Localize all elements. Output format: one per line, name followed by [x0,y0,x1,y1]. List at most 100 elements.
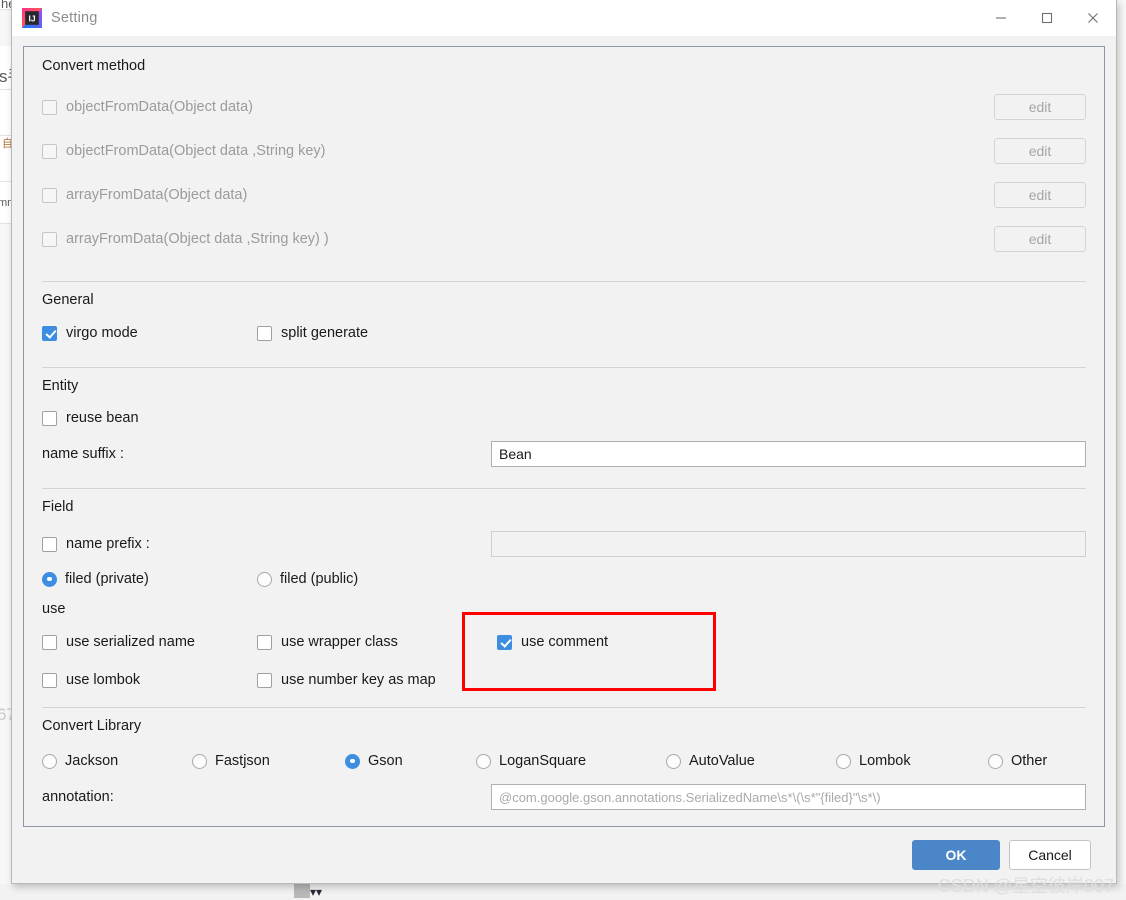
checkbox-virgo-mode[interactable]: virgo mode [42,325,257,341]
radio-logansquare[interactable]: LoganSquare [476,753,666,769]
annotation-label: annotation: [42,789,114,805]
radio-label: filed (public) [280,571,359,587]
section-title: Convert method [42,58,146,74]
maximize-button[interactable] [1024,0,1070,36]
field-header: Field [42,489,1086,525]
entity-header: Entity [42,368,1086,403]
dialog-title: Setting [51,9,98,26]
radio-label: LoganSquare [499,753,587,769]
name-suffix-input[interactable] [491,441,1086,467]
radio-autovalue[interactable]: AutoValue [666,753,836,769]
radio-gson[interactable]: Gson [345,753,476,769]
edit-button-object-from-data[interactable]: edit [994,94,1086,120]
edit-button-array-from-data-key[interactable]: edit [994,226,1086,252]
checkbox-name-prefix[interactable]: name prefix : [42,536,491,552]
checkbox-use-wrapper-class[interactable]: use wrapper class [257,634,482,650]
radio-dot [42,753,57,769]
radio-dot [257,571,272,587]
radio-jackson[interactable]: Jackson [42,753,192,769]
edit-button-object-from-data-key[interactable]: edit [994,138,1086,164]
checkbox-use-number-key-as-map[interactable]: use number key as map [257,672,436,688]
use-row-2: use lombok use number key as map [42,661,1086,699]
intellij-idea-icon: IJ [22,7,42,28]
backdrop-text: ▾▾ [310,885,323,899]
ok-button[interactable]: OK [912,840,1000,870]
section-title: use [42,601,66,617]
checkbox-split-generate[interactable]: split generate [257,325,368,341]
convert-method-header: Convert method [42,47,1086,85]
checkbox-box [257,325,272,341]
radio-dot [192,753,207,769]
checkbox-label: split generate [281,325,369,341]
checkbox-use-comment[interactable]: use comment [497,634,608,650]
radio-filed-private[interactable]: filed (private) [42,571,257,587]
radio-label: Other [1011,753,1048,769]
checkbox-object-from-data-key[interactable]: objectFromData(Object data ,String key) [42,143,994,159]
dialog-footer: OK Cancel [23,827,1105,883]
radio-label: filed (private) [65,571,149,587]
checkbox-box [42,187,57,203]
radio-dot [476,753,491,769]
section-title: Field [42,499,74,515]
convert-library-options-row: Jackson Fastjson Gson LoganSquare AutoVa… [42,744,1086,778]
checkbox-box [42,634,57,650]
edit-button-array-from-data[interactable]: edit [994,182,1086,208]
name-suffix-label: name suffix : [42,446,124,462]
radio-dot [836,753,851,769]
dialog-body: Convert method objectFromData(Object dat… [12,36,1116,883]
checkbox-box [257,672,272,688]
field-visibility-row: filed (private) filed (public) [42,563,1086,595]
checkbox-array-from-data[interactable]: arrayFromData(Object data) [42,187,994,203]
general-options-row: virgo mode split generate [42,318,1086,348]
setting-dialog: IJ Setting Convert method objectFromData… [11,0,1117,884]
checkbox-reuse-bean[interactable]: reuse bean [42,410,139,426]
checkbox-box [42,410,57,426]
checkbox-box [497,634,512,650]
use-row-1: use serialized name use wrapper class us… [42,623,1086,661]
radio-other[interactable]: Other [988,753,1047,769]
radio-label: Gson [368,753,403,769]
general-header: General [42,282,1086,318]
name-prefix-input[interactable] [491,531,1086,557]
checkbox-label: use wrapper class [281,634,398,650]
checkbox-box [42,143,57,159]
section-title: General [42,292,94,308]
checkbox-use-serialized-name[interactable]: use serialized name [42,634,257,650]
annotation-input[interactable] [491,784,1086,810]
checkbox-label: objectFromData(Object data ,String key) [66,143,326,159]
annotation-row: annotation: [42,778,1086,816]
checkbox-label: arrayFromData(Object data) [66,187,248,203]
checkbox-label: use lombok [66,672,141,688]
checkbox-label: use serialized name [66,634,195,650]
radio-label: Fastjson [215,753,270,769]
settings-panel: Convert method objectFromData(Object dat… [23,46,1105,827]
checkbox-label: arrayFromData(Object data ,String key) ) [66,231,329,247]
radio-filed-public[interactable]: filed (public) [257,571,358,587]
checkbox-label: reuse bean [66,410,139,426]
checkbox-label: use comment [521,634,609,650]
radio-lombok[interactable]: Lombok [836,753,988,769]
close-button[interactable] [1070,0,1116,36]
checkbox-label: name prefix : [66,536,150,552]
checkbox-array-from-data-key[interactable]: arrayFromData(Object data ,String key) ) [42,231,994,247]
convert-method-row: arrayFromData(Object data ,String key) )… [42,217,1086,261]
radio-label: Jackson [65,753,119,769]
checkbox-box [42,99,57,115]
radio-dot [42,571,57,587]
radio-fastjson[interactable]: Fastjson [192,753,345,769]
radio-dot [666,753,681,769]
dialog-titlebar: IJ Setting [12,0,1116,36]
checkbox-box [42,536,57,552]
checkbox-box [42,325,57,341]
cancel-button[interactable]: Cancel [1009,840,1091,870]
convert-method-row: objectFromData(Object data) edit [42,85,1086,129]
radio-label: AutoValue [689,753,755,769]
use-header: use [42,595,1086,623]
checkbox-object-from-data[interactable]: objectFromData(Object data) [42,99,994,115]
checkbox-box [257,634,272,650]
entity-name-suffix-row: name suffix : [42,433,1086,475]
backdrop-scroll-thumb [294,884,310,898]
checkbox-use-lombok[interactable]: use lombok [42,672,257,688]
minimize-button[interactable] [978,0,1024,36]
section-title: Entity [42,377,79,394]
